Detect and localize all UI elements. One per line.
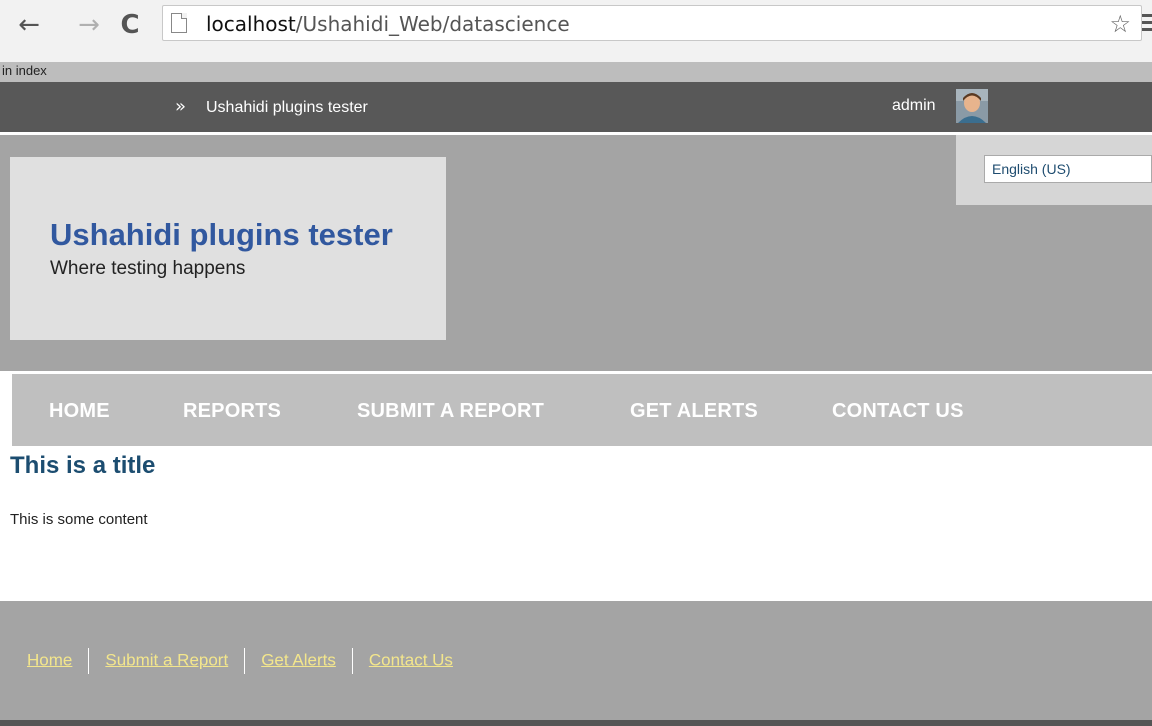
nav-home[interactable]: HOME (49, 400, 110, 423)
language-select[interactable]: English (US) (984, 155, 1152, 183)
address-bar[interactable]: localhost/Ushahidi_Web/datascience ☆ (162, 5, 1142, 41)
footer-separator (88, 648, 90, 674)
username-link[interactable]: admin (892, 97, 936, 115)
nav-contact-us[interactable]: CONTACT US (832, 400, 964, 423)
forward-arrow-icon[interactable]: → (76, 12, 102, 38)
site-title[interactable]: Ushahidi plugins tester (50, 217, 393, 253)
main-nav: HOME REPORTS SUBMIT A REPORT GET ALERTS … (12, 374, 1152, 446)
browser-menu-icon[interactable] (1142, 14, 1152, 34)
nav-submit-report[interactable]: SUBMIT A REPORT (357, 400, 544, 423)
url-host: localhost (206, 12, 296, 36)
site-title-box: Ushahidi plugins tester Where testing ha… (10, 157, 446, 340)
nav-get-alerts[interactable]: GET ALERTS (630, 400, 758, 423)
footer-link-home[interactable]: Home (27, 650, 72, 669)
page-content: This is some content (10, 511, 148, 528)
url-path: /Ushahidi_Web/datascience (295, 12, 570, 36)
browser-toolbar: ← → C localhost/Ushahidi_Web/datascience… (0, 0, 1152, 62)
footer-links: Home Submit a Report Get Alerts Contact Us (27, 648, 453, 674)
debug-output: in index (0, 62, 1152, 82)
chevron-icon: » (175, 96, 187, 117)
footer-link-submit-report[interactable]: Submit a Report (105, 650, 228, 669)
bookmark-star-icon[interactable]: ☆ (1109, 10, 1131, 38)
footer-bottom-bar (0, 720, 1152, 726)
page-icon (171, 13, 187, 33)
footer-link-get-alerts[interactable]: Get Alerts (261, 650, 336, 669)
footer-separator (351, 648, 353, 674)
back-arrow-icon[interactable]: ← (16, 12, 42, 38)
footer-separator (244, 648, 246, 674)
user-avatar[interactable] (956, 89, 988, 123)
site-tagline: Where testing happens (50, 258, 246, 279)
nav-reports[interactable]: REPORTS (183, 400, 281, 423)
page-title: This is a title (10, 452, 156, 479)
header-site-link[interactable]: Ushahidi plugins tester (206, 99, 368, 117)
address-bar-url[interactable]: localhost/Ushahidi_Web/datascience (206, 12, 570, 36)
reload-icon[interactable]: C (117, 12, 143, 38)
footer-link-contact-us[interactable]: Contact Us (369, 650, 453, 669)
